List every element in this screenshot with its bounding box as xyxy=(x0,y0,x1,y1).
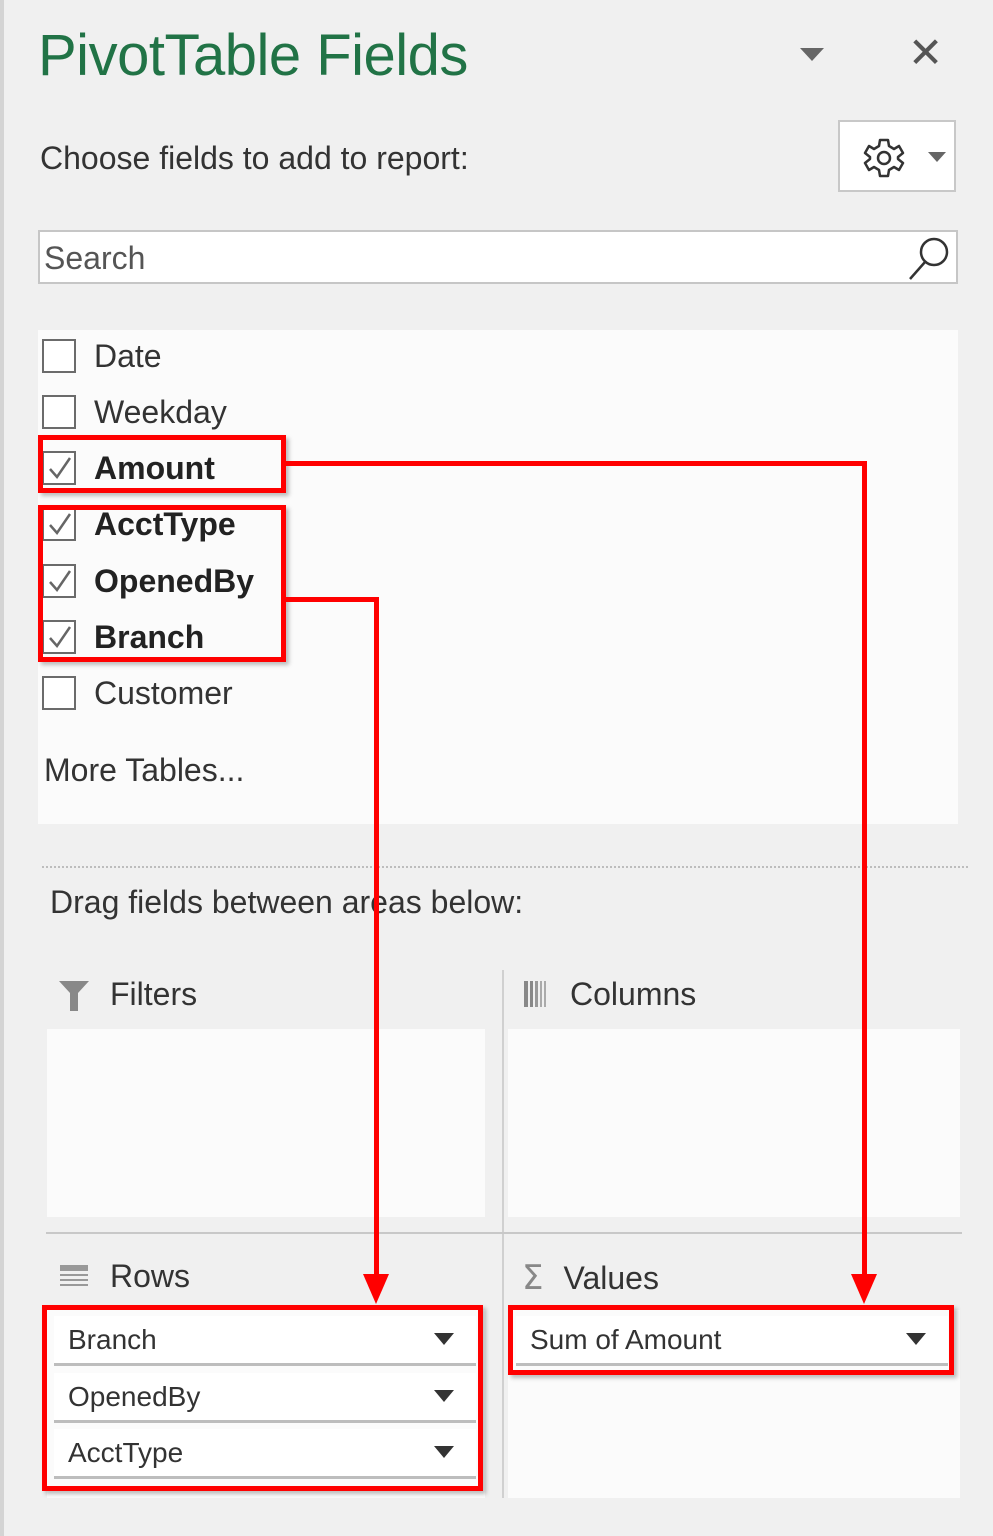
dropdown-arrow-icon[interactable] xyxy=(434,1446,454,1458)
field-item-customer[interactable]: Customer xyxy=(42,667,233,719)
rows-label: Rows xyxy=(110,1258,191,1294)
choose-fields-label: Choose fields to add to report: xyxy=(40,140,469,176)
field-label: OpenedBy xyxy=(94,562,255,599)
filters-label: Filters xyxy=(110,976,198,1012)
field-item-weekday[interactable]: Weekday xyxy=(42,386,227,438)
checkmark-icon xyxy=(49,513,72,536)
columns-icon xyxy=(524,980,546,1007)
pane-border[interactable] xyxy=(0,0,4,1536)
filter-icon xyxy=(59,980,89,1011)
checkbox-unchecked[interactable] xyxy=(42,339,76,373)
columns-label: Columns xyxy=(570,976,697,1012)
dropdown-arrow-icon[interactable] xyxy=(434,1390,454,1402)
pane-title: PivotTable Fields xyxy=(38,23,468,88)
rows-item-accttype[interactable]: AcctType xyxy=(54,1429,476,1479)
rows-item-label: OpenedBy xyxy=(68,1380,201,1412)
close-icon[interactable]: ✕ xyxy=(908,28,943,78)
checkbox-checked[interactable] xyxy=(42,620,76,654)
arrowhead-icon xyxy=(363,1274,389,1304)
values-label: Values xyxy=(563,1259,659,1296)
filters-header: Filters xyxy=(58,976,197,1013)
rows-item-openedby[interactable]: OpenedBy xyxy=(54,1373,476,1423)
checkmark-icon xyxy=(49,626,72,649)
field-item-date[interactable]: Date xyxy=(42,330,162,382)
field-item-openedby[interactable]: OpenedBy xyxy=(42,555,254,607)
search-input[interactable] xyxy=(42,236,896,280)
rows-icon xyxy=(60,1264,88,1286)
arrowhead-icon xyxy=(851,1274,877,1304)
drag-fields-label: Drag fields between areas below: xyxy=(50,884,524,920)
search-box[interactable] xyxy=(38,230,958,284)
field-item-accttype[interactable]: AcctType xyxy=(42,498,236,550)
rows-drop-area[interactable]: Branch OpenedBy AcctType xyxy=(47,1310,485,1498)
field-label: Date xyxy=(94,337,162,374)
columns-header: Columns xyxy=(524,976,696,1013)
columns-drop-area[interactable] xyxy=(508,1029,960,1217)
checkbox-checked[interactable] xyxy=(42,564,76,598)
tools-button[interactable] xyxy=(838,120,956,192)
area-splitter xyxy=(502,970,504,1498)
more-tables-link[interactable]: More Tables... xyxy=(44,752,244,789)
field-label: Amount xyxy=(94,449,215,486)
divider xyxy=(42,866,968,868)
checkbox-checked[interactable] xyxy=(42,451,76,485)
values-drop-area[interactable]: Sum of Amount xyxy=(508,1310,960,1498)
rows-item-branch[interactable]: Branch xyxy=(54,1316,476,1366)
field-label: Weekday xyxy=(94,393,227,430)
checkmark-icon xyxy=(49,457,72,480)
area-splitter-horizontal xyxy=(46,1232,962,1234)
filters-drop-area[interactable] xyxy=(47,1029,485,1217)
rows-item-label: Branch xyxy=(68,1323,157,1355)
values-item-sum-of-amount[interactable]: Sum of Amount xyxy=(516,1316,948,1366)
chevron-down-icon xyxy=(928,152,946,162)
sigma-icon: Σ xyxy=(522,1258,544,1298)
rows-item-label: AcctType xyxy=(68,1436,184,1468)
search-icon[interactable] xyxy=(904,234,954,282)
checkmark-icon xyxy=(49,570,72,593)
field-label: Branch xyxy=(94,618,205,655)
rows-header: Rows xyxy=(60,1258,190,1295)
checkbox-unchecked[interactable] xyxy=(42,676,76,710)
field-list: Date Weekday Amount AcctType OpenedBy Br… xyxy=(38,330,958,824)
values-header: Σ Values xyxy=(522,1258,659,1298)
field-label: Customer xyxy=(94,674,233,711)
dropdown-arrow-icon[interactable] xyxy=(434,1333,454,1345)
task-pane-options-dropdown-icon[interactable] xyxy=(800,48,824,61)
values-item-label: Sum of Amount xyxy=(530,1323,722,1355)
checkbox-checked[interactable] xyxy=(42,507,76,541)
dropdown-arrow-icon[interactable] xyxy=(906,1333,926,1345)
field-item-amount[interactable]: Amount xyxy=(42,442,215,494)
gear-icon xyxy=(863,138,905,178)
checkbox-unchecked[interactable] xyxy=(42,395,76,429)
field-label: AcctType xyxy=(94,505,236,542)
field-item-branch[interactable]: Branch xyxy=(42,611,204,663)
